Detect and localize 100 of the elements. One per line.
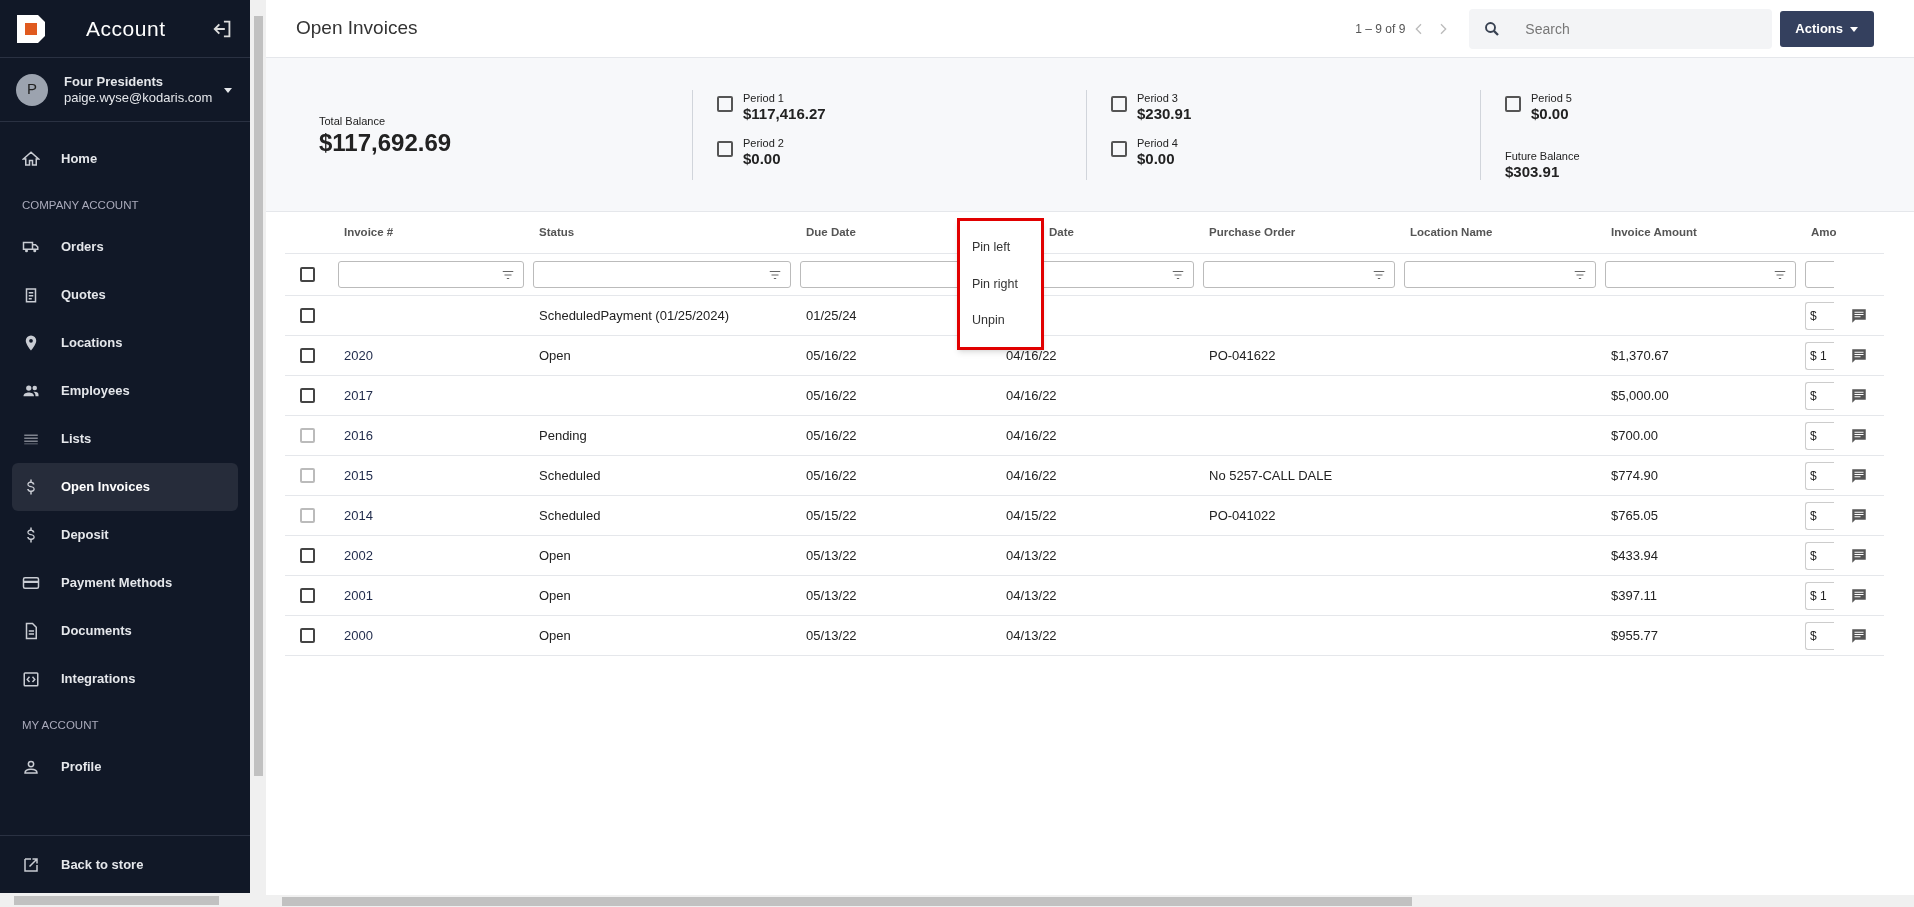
horizontal-scrollbar[interactable] — [266, 895, 1914, 907]
amount-field[interactable]: $ — [1805, 541, 1834, 570]
period-value: $0.00 — [743, 150, 782, 167]
menu-item[interactable]: Pin left — [960, 237, 1041, 257]
table-cell: 04/16/22 — [1006, 387, 1057, 403]
column-header[interactable]: Purchase Order — [1209, 225, 1296, 238]
nav-item[interactable]: Open Invoices — [12, 463, 238, 511]
table-cell: $1,370.67 — [1611, 347, 1669, 363]
checkbox[interactable] — [300, 588, 315, 603]
nav-item[interactable]: Lists — [12, 415, 238, 463]
column-header[interactable]: Location Name — [1410, 225, 1493, 238]
table-cell: $433.94 — [1611, 547, 1658, 563]
table-cell: 04/16/22 — [1006, 467, 1057, 483]
amount-field[interactable]: $ 1 — [1805, 341, 1834, 370]
nav-item[interactable]: Orders — [12, 223, 238, 271]
table-cell: 04/13/22 — [1006, 547, 1057, 563]
period-value: $0.00 — [1137, 150, 1176, 167]
comment-icon — [1850, 586, 1868, 605]
menu-item[interactable]: Pin right — [960, 274, 1041, 294]
period-label: Period 1 — [743, 90, 785, 106]
company-name: Four Presidents — [64, 73, 164, 90]
scrollbar-thumb[interactable] — [253, 16, 263, 776]
table-cell: $774.90 — [1611, 467, 1658, 483]
actions-button[interactable]: Actions — [1780, 10, 1874, 47]
checkbox[interactable] — [300, 348, 315, 363]
table-cell: 01/25/24 — [806, 307, 857, 323]
comment-icon — [1850, 306, 1868, 325]
scrollbar[interactable] — [250, 0, 266, 907]
amount-field[interactable]: $ — [1805, 621, 1834, 650]
table-cell: 05/13/22 — [806, 627, 857, 643]
checkbox[interactable] — [1111, 140, 1127, 157]
table-cell: Pending — [539, 427, 587, 443]
nav-item[interactable]: Profile — [12, 743, 238, 791]
person-icon — [22, 758, 40, 776]
column-header[interactable]: Due Date — [806, 225, 856, 238]
scrollbar-thumb[interactable] — [282, 896, 1412, 906]
period-value: $117,416.27 — [743, 105, 826, 122]
checkbox[interactable] — [300, 388, 315, 403]
table-cell: $397.11 — [1611, 587, 1658, 603]
nav-item[interactable]: Deposit — [12, 511, 238, 559]
table-cell: 05/16/22 — [806, 387, 857, 403]
table-cell: 04/16/22 — [1006, 427, 1057, 443]
column-header[interactable]: Date — [1049, 225, 1074, 238]
table-cell: 05/16/22 — [806, 467, 857, 483]
period-label: Period 3 — [1137, 90, 1179, 106]
table-cell: $700.00 — [1611, 427, 1658, 443]
nav-item[interactable]: Locations — [12, 319, 238, 367]
nav-item[interactable]: Employees — [12, 367, 238, 415]
table-cell: $955.77 — [1611, 627, 1658, 643]
table-cell: 2001 — [344, 587, 373, 603]
search-field[interactable]: Search — [1469, 8, 1773, 49]
filter-field[interactable] — [533, 261, 791, 288]
amount-field[interactable]: $ 1 — [1805, 581, 1834, 610]
table-cell: 04/16/22 — [1006, 347, 1057, 363]
table-cell: 04/15/22 — [1006, 507, 1057, 523]
table-cell: No 5257-CALL DALE — [1209, 467, 1333, 483]
comment-icon — [1850, 386, 1868, 405]
table-cell: PO-041022 — [1209, 507, 1276, 523]
future-balance-label: Future Balance — [1505, 148, 1581, 164]
table-cell: Open — [539, 547, 571, 563]
column-header[interactable]: Invoice # — [344, 225, 394, 238]
column-header[interactable]: Amo — [1811, 225, 1837, 238]
nav-item[interactable]: Documents — [12, 607, 238, 655]
nav-item[interactable]: Payment Methods — [12, 559, 238, 607]
amount-field[interactable]: $ — [1805, 381, 1834, 410]
scrollbar-thumb[interactable] — [14, 895, 219, 905]
table-cell: Scheduled — [539, 507, 601, 523]
filter-field[interactable] — [338, 261, 524, 288]
checkbox[interactable] — [717, 95, 733, 112]
checkbox[interactable] — [1111, 95, 1127, 112]
avatar: P — [16, 73, 48, 106]
table-cell: 04/13/22 — [1006, 627, 1057, 643]
future-balance-value: $303.91 — [1505, 163, 1561, 180]
filter-field[interactable] — [1605, 261, 1796, 288]
table-cell: 04/13/22 — [1006, 587, 1057, 603]
checkbox[interactable] — [1505, 95, 1521, 112]
checkbox[interactable] — [717, 140, 733, 157]
table-cell: 2020 — [344, 347, 373, 363]
nav-item[interactable]: Home — [12, 135, 238, 183]
period-label: Period 5 — [1531, 90, 1572, 106]
table-cell: Open — [539, 627, 571, 643]
filter-field[interactable] — [1404, 261, 1596, 288]
amount-field[interactable]: $ — [1805, 301, 1834, 330]
table-cell: 2002 — [344, 547, 373, 563]
checkbox[interactable] — [300, 548, 315, 563]
checkbox[interactable] — [300, 628, 315, 643]
column-header[interactable]: Invoice Amount — [1611, 225, 1697, 238]
select-all-checkbox[interactable] — [300, 267, 315, 282]
filter-field[interactable] — [1203, 261, 1395, 288]
checkbox[interactable] — [300, 308, 315, 323]
account-switcher[interactable]: P Four Presidents paige.wyse@kodaris.com — [0, 58, 250, 122]
period-value: $230.91 — [1137, 105, 1192, 122]
code-icon — [22, 670, 40, 688]
credit-card-icon — [22, 574, 40, 592]
nav-item[interactable]: Quotes — [12, 271, 238, 319]
table-cell: Scheduled — [539, 467, 601, 483]
menu-item[interactable]: Unpin — [960, 311, 1041, 330]
column-header[interactable]: Status — [539, 225, 575, 238]
nav-item[interactable]: Integrations — [12, 655, 238, 703]
table-cell: ScheduledPayment (01/25/2024) — [539, 307, 730, 323]
